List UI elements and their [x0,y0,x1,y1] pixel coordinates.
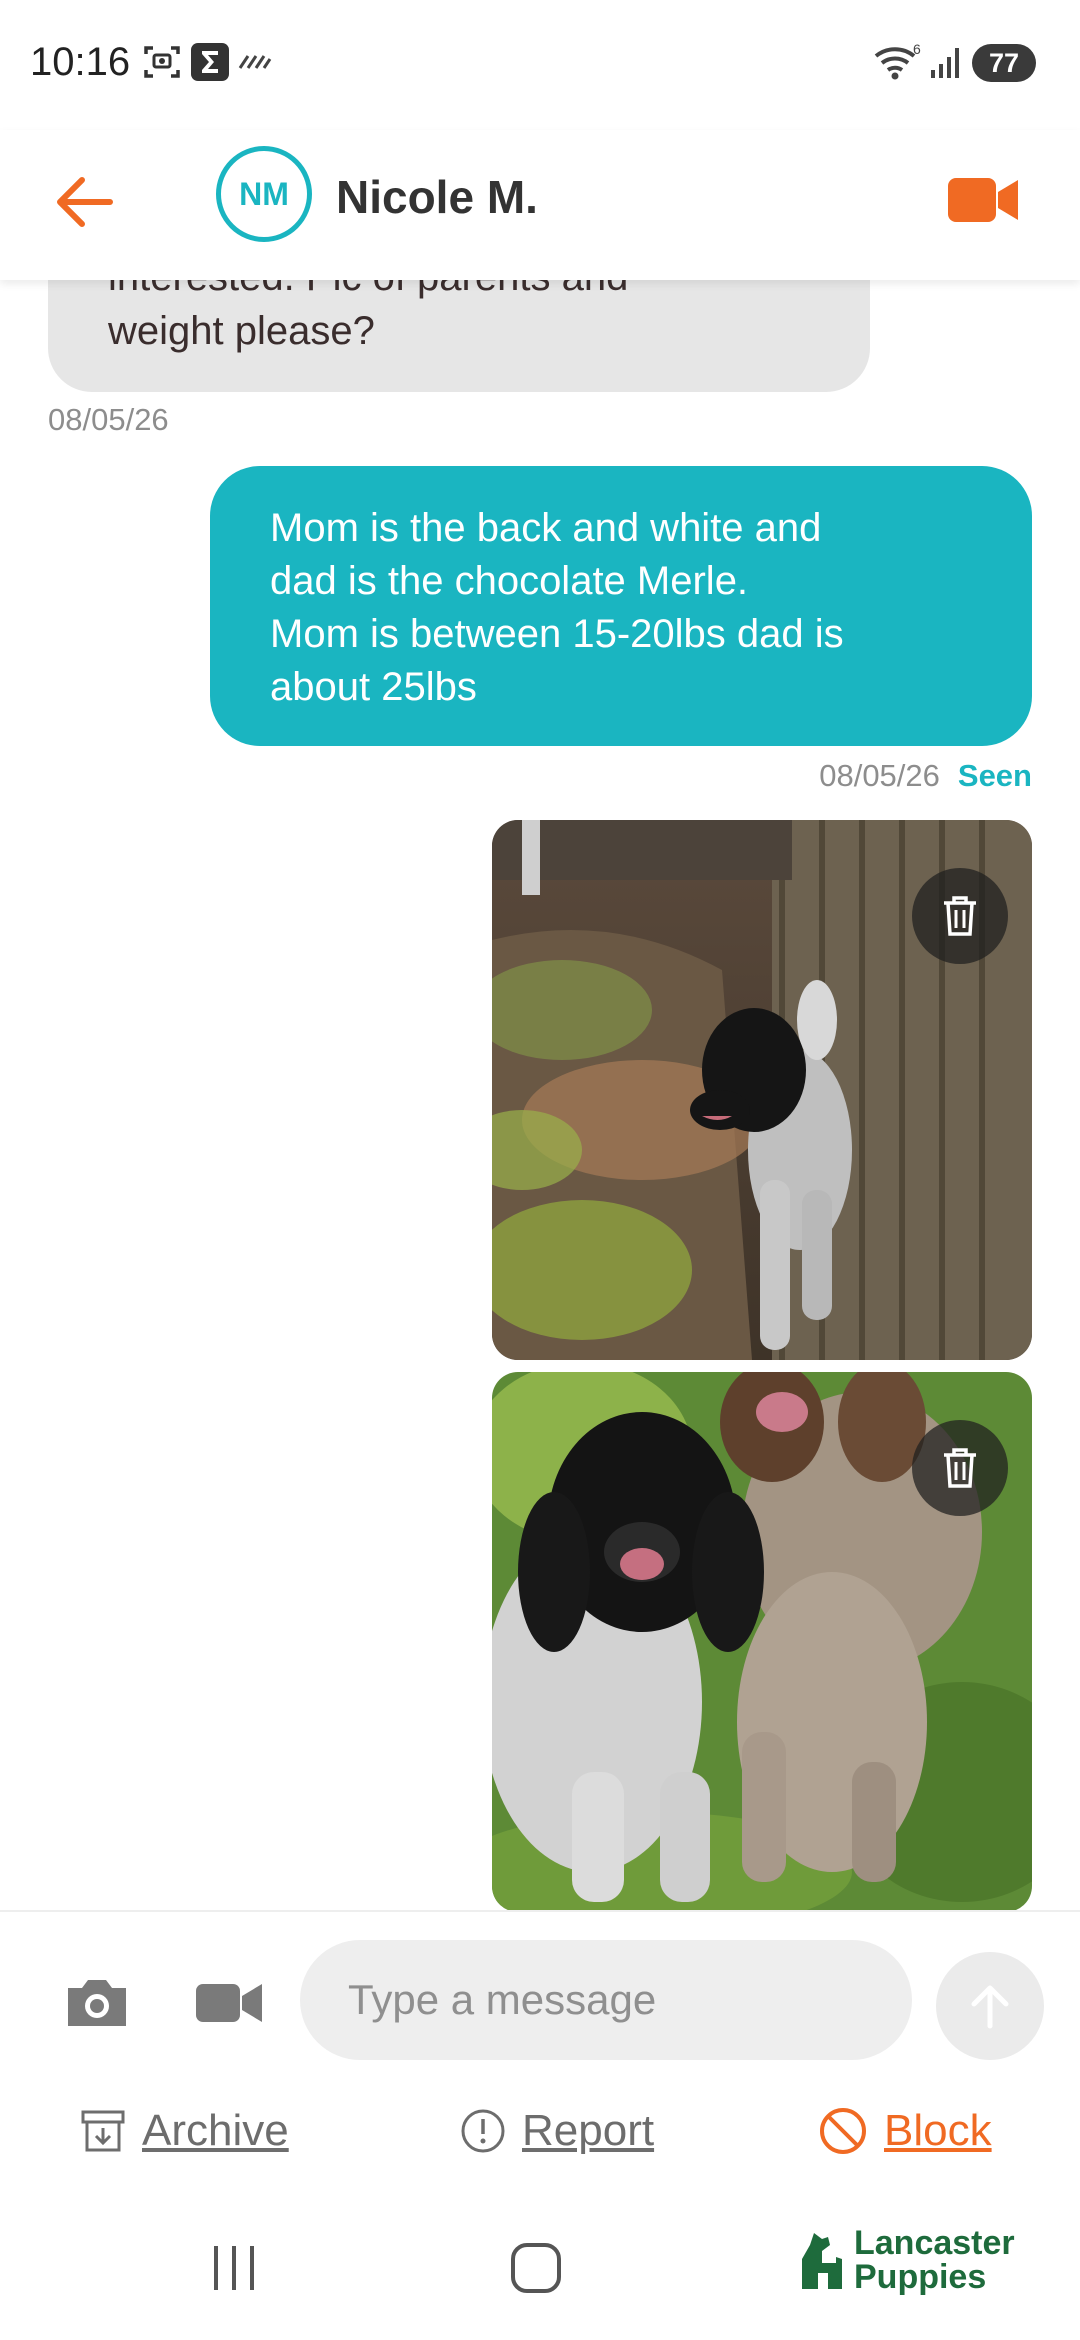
battery-icon: 77 [972,44,1036,82]
delete-photo-button[interactable] [912,1420,1008,1516]
outgoing-message: Mom is the back and white and dad is the… [210,466,1032,746]
contact-name[interactable]: Nicole M. [336,170,538,224]
report-label: Report [522,2106,655,2155]
message-composer [0,1910,1080,2080]
wifi-badge: 6 [913,42,921,57]
outgoing-message-text: Mom is the back and white and dad is the… [270,506,844,709]
incoming-message: interested. Pic of parents and weight pl… [48,280,870,392]
trash-icon [944,896,976,936]
archive-label: Archive [142,2106,289,2155]
system-nav-bar: Lancaster Puppies [0,2190,1080,2340]
recent-apps-icon[interactable] [210,2242,260,2297]
outgoing-timestamp: 08/05/26 [819,758,940,793]
dog-logo-icon [802,2233,842,2289]
avatar[interactable]: NM [216,146,312,242]
status-bar: 10:16 6 77 [0,0,1080,130]
back-arrow-icon[interactable] [52,170,116,234]
screen: 10:16 6 77 NM Nicole M. interested. Pic [0,0,1080,2340]
video-icon[interactable] [194,1980,264,2026]
block-icon [820,2108,866,2154]
incoming-timestamp: 08/05/26 [48,402,169,437]
photo-two-poodles[interactable] [492,1372,1032,1910]
wifi-icon: 6 [872,42,924,80]
seen-status: Seen [957,758,1032,793]
home-icon[interactable] [510,2242,562,2299]
report-button[interactable]: Report [460,2106,654,2156]
brand-line2: Puppies [854,2258,987,2296]
chat-header: NM Nicole M. [0,130,1080,280]
incoming-message-text: interested. Pic of parents and weight pl… [108,280,628,353]
lancaster-puppies-logo: Lancaster Puppies [796,2226,1015,2294]
alert-circle-icon [461,2109,505,2153]
archive-button[interactable]: Archive [80,2106,289,2156]
trash-icon [944,1448,976,1488]
conversation-actions: Archive Report Block [0,2080,1080,2190]
battery-level: 77 [988,47,1020,78]
brand-line1: Lancaster [854,2224,1015,2262]
sigma-app-icon [190,43,230,81]
delete-photo-button[interactable] [912,868,1008,964]
tilde-icon [238,44,272,80]
video-call-icon[interactable] [946,172,1020,228]
message-input[interactable] [300,1940,912,2060]
message-list[interactable]: interested. Pic of parents and weight pl… [0,280,1080,1910]
photo-black-white-poodle[interactable] [492,820,1032,1360]
status-time: 10:16 [30,40,131,84]
camera-icon[interactable] [64,1976,130,2030]
send-button[interactable] [936,1952,1044,2060]
outgoing-meta: 08/05/26 Seen [819,758,1032,794]
block-label: Block [884,2106,992,2155]
archive-icon [81,2110,125,2152]
arrow-up-icon [971,1985,1009,2029]
avatar-initials: NM [239,175,289,212]
screenshot-icon [142,44,182,80]
signal-icon [928,44,966,80]
block-button[interactable]: Block [818,2106,992,2156]
